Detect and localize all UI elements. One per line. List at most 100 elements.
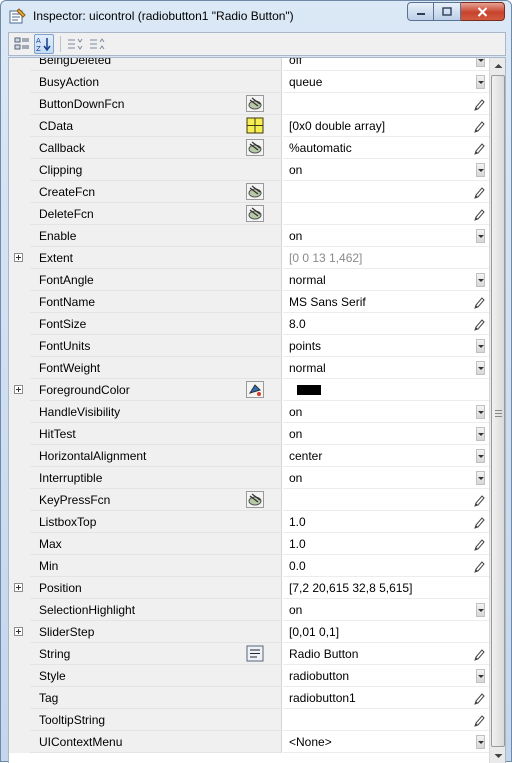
vertical-scrollbar[interactable] <box>489 58 505 763</box>
property-value[interactable]: on <box>283 401 489 423</box>
pencil-icon[interactable] <box>473 515 485 529</box>
pencil-icon[interactable] <box>473 317 485 331</box>
property-row-hit-test[interactable]: HitTest on <box>9 423 489 445</box>
property-row-listbox-top[interactable]: ListboxTop 1.0 <box>9 511 489 533</box>
property-row-callback[interactable]: Callback %automatic <box>9 137 489 159</box>
property-value[interactable] <box>283 709 489 731</box>
pencil-icon[interactable] <box>473 185 485 199</box>
property-row-enable[interactable]: Enable on <box>9 225 489 247</box>
property-value[interactable]: Radio Button <box>283 643 489 665</box>
property-row-create-fcn[interactable]: CreateFcn <box>9 181 489 203</box>
property-value[interactable]: radiobutton <box>283 665 489 687</box>
pencil-icon[interactable] <box>473 713 485 727</box>
dropdown-arrow-icon[interactable] <box>476 449 485 463</box>
dropdown-arrow-icon[interactable] <box>476 229 485 243</box>
expand-icon[interactable] <box>14 253 23 262</box>
dropdown-arrow-icon[interactable] <box>476 405 485 419</box>
property-row-button-down-fcn[interactable]: ButtonDownFcn <box>9 93 489 115</box>
dropdown-arrow-icon[interactable] <box>476 75 485 89</box>
property-value[interactable] <box>283 181 489 203</box>
dropdown-arrow-icon[interactable] <box>476 273 485 287</box>
property-value[interactable]: on <box>283 599 489 621</box>
pencil-icon[interactable] <box>473 97 485 111</box>
alphabetical-sort-button[interactable]: A Z <box>34 34 54 54</box>
property-value[interactable]: 0.0 <box>283 555 489 577</box>
property-row-font-weight[interactable]: FontWeight normal <box>9 357 489 379</box>
property-value[interactable]: on <box>283 225 489 247</box>
property-value[interactable]: on <box>283 467 489 489</box>
property-row-interruptible[interactable]: Interruptible on <box>9 467 489 489</box>
property-value[interactable]: normal <box>283 269 489 291</box>
expand-all-button[interactable] <box>65 34 85 54</box>
property-value[interactable]: center <box>283 445 489 467</box>
property-row-uicontext-menu[interactable]: UIContextMenu <None> <box>9 731 489 753</box>
title-bar[interactable]: Inspector: uicontrol (radiobutton1 "Radi… <box>1 1 511 31</box>
close-button[interactable] <box>461 2 505 21</box>
property-value[interactable]: <None> <box>283 731 489 753</box>
property-value[interactable]: points <box>283 335 489 357</box>
property-row-tooltip-string[interactable]: TooltipString <box>9 709 489 731</box>
pencil-icon[interactable] <box>473 493 485 507</box>
scroll-thumb[interactable] <box>491 75 505 747</box>
dropdown-arrow-icon[interactable] <box>476 603 485 617</box>
pencil-icon[interactable] <box>473 537 485 551</box>
minimize-button[interactable] <box>407 2 434 21</box>
property-value[interactable] <box>283 379 489 401</box>
expand-icon[interactable] <box>14 583 23 592</box>
property-value[interactable]: on <box>283 159 489 181</box>
property-value[interactable]: %automatic <box>283 137 489 159</box>
property-value[interactable]: [0x0 double array] <box>283 115 489 137</box>
pencil-icon[interactable] <box>473 141 485 155</box>
property-value[interactable]: queue <box>283 71 489 93</box>
property-row-min[interactable]: Min 0.0 <box>9 555 489 577</box>
array-editor-icon[interactable] <box>246 117 264 134</box>
property-value[interactable] <box>283 203 489 225</box>
property-row-slider-step[interactable]: SliderStep [0,01 0,1] <box>9 621 489 643</box>
property-row-font-angle[interactable]: FontAngle normal <box>9 269 489 291</box>
callback-editor-icon[interactable] <box>246 95 264 112</box>
dropdown-arrow-icon[interactable] <box>476 735 485 749</box>
property-row-font-units[interactable]: FontUnits points <box>9 335 489 357</box>
pencil-icon[interactable] <box>473 119 485 133</box>
property-value[interactable]: [0,01 0,1] <box>283 621 489 643</box>
string-editor-icon[interactable] <box>246 645 264 662</box>
property-value[interactable]: [7,2 20,615 32,8 5,615] <box>283 577 489 599</box>
collapse-all-button[interactable] <box>87 34 107 54</box>
property-value[interactable]: 1.0 <box>283 511 489 533</box>
dropdown-arrow-icon[interactable] <box>476 427 485 441</box>
maximize-button[interactable] <box>434 2 461 21</box>
property-value[interactable] <box>283 93 489 115</box>
property-value[interactable]: 1.0 <box>283 533 489 555</box>
color-swatch[interactable] <box>297 385 321 395</box>
dropdown-arrow-icon[interactable] <box>476 339 485 353</box>
pencil-icon[interactable] <box>473 559 485 573</box>
dropdown-arrow-icon[interactable] <box>476 361 485 375</box>
pencil-icon[interactable] <box>473 691 485 705</box>
property-value[interactable]: normal <box>283 357 489 379</box>
dropdown-arrow-icon[interactable] <box>476 58 485 67</box>
property-row-being-deleted[interactable]: BeingDeleted off <box>9 58 489 71</box>
callback-editor-icon[interactable] <box>246 491 264 508</box>
property-row-max[interactable]: Max 1.0 <box>9 533 489 555</box>
property-row-handle-visibility[interactable]: HandleVisibility on <box>9 401 489 423</box>
property-row-position[interactable]: Position [7,2 20,615 32,8 5,615] <box>9 577 489 599</box>
property-row-key-press-fcn[interactable]: KeyPressFcn <box>9 489 489 511</box>
property-row-tag[interactable]: Tag radiobutton1 <box>9 687 489 709</box>
expand-icon[interactable] <box>14 627 23 636</box>
dropdown-arrow-icon[interactable] <box>476 669 485 683</box>
property-row-font-size[interactable]: FontSize 8.0 <box>9 313 489 335</box>
color-picker-icon[interactable] <box>246 381 264 398</box>
property-row-busy-action[interactable]: BusyAction queue <box>9 71 489 93</box>
property-row-foreground-color[interactable]: ForegroundColor <box>9 379 489 401</box>
property-row-font-name[interactable]: FontName MS Sans Serif <box>9 291 489 313</box>
property-value[interactable] <box>283 489 489 511</box>
dropdown-arrow-icon[interactable] <box>476 163 485 177</box>
categorized-view-button[interactable] <box>12 34 32 54</box>
pencil-icon[interactable] <box>473 647 485 661</box>
property-value[interactable]: off <box>283 58 489 71</box>
expand-icon[interactable] <box>14 385 23 394</box>
property-row-horizontal-alignment[interactable]: HorizontalAlignment center <box>9 445 489 467</box>
property-row-extent[interactable]: Extent [0 0 13 1,462] <box>9 247 489 269</box>
property-value[interactable]: MS Sans Serif <box>283 291 489 313</box>
scroll-up-button[interactable] <box>490 58 505 74</box>
